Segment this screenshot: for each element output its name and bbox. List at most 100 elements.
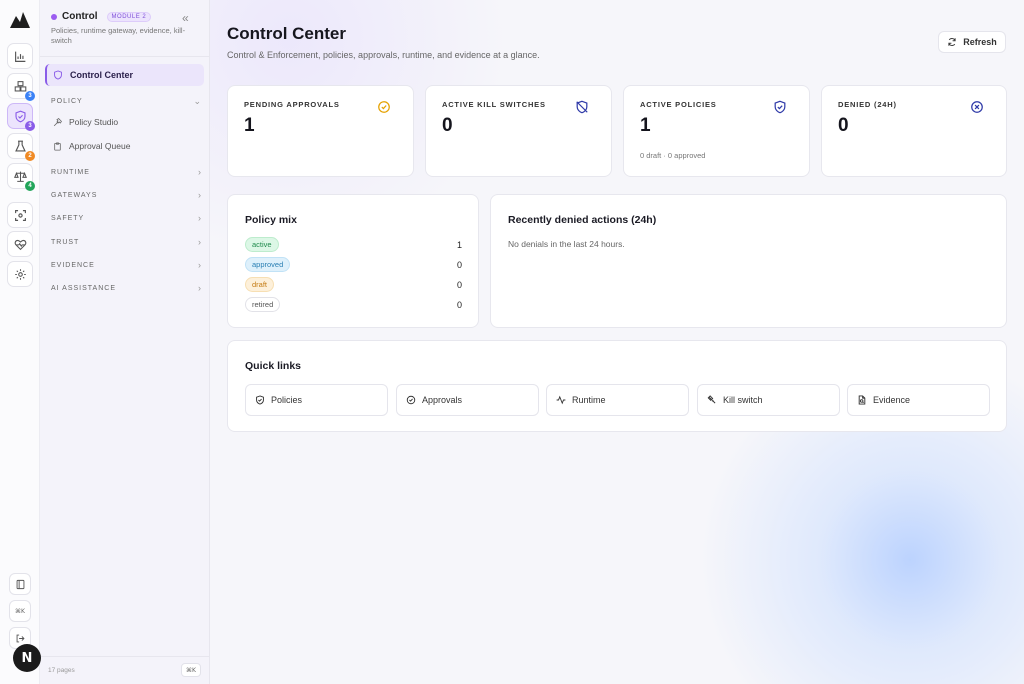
command-palette-button[interactable]: ⌘K bbox=[181, 663, 201, 677]
quick-link-label: Runtime bbox=[572, 395, 606, 405]
rail-analytics-button[interactable] bbox=[7, 43, 33, 69]
quick-link-evidence[interactable]: Evidence bbox=[847, 384, 990, 416]
rail-docs-button[interactable] bbox=[9, 573, 31, 595]
section-label: SAFETY bbox=[51, 214, 85, 222]
stat-card-denied-24h: DENIED (24H) 0 bbox=[821, 85, 1007, 177]
quick-link-runtime[interactable]: Runtime bbox=[546, 384, 689, 416]
stat-card-active-kill-switches: ACTIVE KILL SWITCHES 0 bbox=[425, 85, 612, 177]
stat-label: ACTIVE KILL SWITCHES bbox=[442, 100, 546, 109]
policy-mix-row: active 1 bbox=[245, 237, 462, 252]
section-label: TRUST bbox=[51, 238, 80, 246]
gear-icon bbox=[14, 268, 26, 280]
sidebar-section-safety[interactable]: SAFETY › bbox=[51, 213, 201, 223]
rail-badge: 3 bbox=[25, 121, 35, 131]
sidebar: Control MODULE 2 Policies, runtime gatew… bbox=[40, 0, 210, 684]
sidebar-section-gateways[interactable]: GATEWAYS › bbox=[51, 190, 201, 200]
section-label: GATEWAYS bbox=[51, 191, 98, 199]
file-search-icon bbox=[858, 395, 866, 405]
card-title: Quick links bbox=[245, 360, 302, 372]
x-circle-icon bbox=[971, 101, 983, 113]
rail-command-button[interactable]: ⌘K bbox=[9, 600, 31, 622]
shield-off-icon bbox=[576, 100, 588, 114]
check-circle-icon bbox=[378, 101, 390, 113]
flask-icon bbox=[14, 140, 26, 152]
chevron-right-icon: › bbox=[198, 237, 201, 247]
quick-link-label: Policies bbox=[271, 395, 303, 405]
chevron-right-icon: › bbox=[198, 260, 201, 270]
stat-label: DENIED (24H) bbox=[838, 100, 897, 109]
quick-link-policies[interactable]: Policies bbox=[245, 384, 388, 416]
chevron-down-icon: ⌄ bbox=[193, 96, 201, 106]
rail-control-button[interactable]: 3 bbox=[7, 103, 35, 131]
stat-value: 1 bbox=[640, 115, 651, 136]
mix-count: 1 bbox=[456, 239, 462, 250]
denied-actions-card: Recently denied actions (24h) No denials… bbox=[490, 194, 1007, 328]
sidebar-item-label: Policy Studio bbox=[69, 117, 119, 127]
rail-lab-button[interactable]: 2 bbox=[7, 133, 35, 161]
rail-health-button[interactable] bbox=[7, 231, 33, 257]
policy-mix-card: Policy mix active 1 approved 0 draft 0 r… bbox=[227, 194, 479, 328]
quick-link-label: Evidence bbox=[873, 395, 911, 405]
sidebar-item-approval-queue[interactable]: Approval Queue bbox=[53, 141, 130, 151]
stat-value: 0 bbox=[442, 115, 453, 136]
stat-label: ACTIVE POLICIES bbox=[640, 100, 717, 109]
collapse-sidebar-icon[interactable]: « bbox=[182, 12, 189, 24]
section-label: AI ASSISTANCE bbox=[51, 284, 116, 292]
shield-icon bbox=[54, 70, 62, 80]
sidebar-item-control-center[interactable]: Control Center bbox=[45, 64, 204, 86]
sidebar-section-evidence[interactable]: EVIDENCE › bbox=[51, 260, 201, 270]
shield-check-icon bbox=[256, 395, 264, 405]
page-count: 17 pages bbox=[48, 667, 75, 674]
sidebar-section-runtime[interactable]: RUNTIME › bbox=[51, 167, 201, 177]
quick-link-label: Kill switch bbox=[723, 395, 763, 405]
scan-icon bbox=[14, 209, 26, 221]
sidebar-subtitle: Policies, runtime gateway, evidence, kil… bbox=[51, 26, 186, 45]
stat-label: PENDING APPROVALS bbox=[244, 100, 340, 109]
rail-scan-button[interactable] bbox=[7, 202, 33, 228]
sidebar-item-label: Approval Queue bbox=[69, 141, 131, 151]
policy-mix-row: draft 0 bbox=[245, 277, 462, 292]
sidebar-header: Control MODULE 2 Policies, runtime gatew… bbox=[51, 11, 201, 46]
quick-link-kill-switch[interactable]: Kill switch bbox=[697, 384, 840, 416]
sidebar-item-policy-studio[interactable]: Policy Studio bbox=[53, 117, 118, 127]
divider bbox=[40, 56, 210, 57]
card-title: Policy mix bbox=[245, 214, 297, 226]
boxes-icon bbox=[14, 80, 26, 91]
stat-note: 0 draft · 0 approved bbox=[640, 151, 706, 160]
page-title: Control Center bbox=[227, 24, 346, 43]
stat-value: 0 bbox=[838, 115, 849, 136]
avatar[interactable]: N bbox=[13, 644, 41, 672]
rail-badge: 3 bbox=[25, 91, 35, 101]
quick-link-label: Approvals bbox=[422, 395, 463, 405]
refresh-icon bbox=[948, 38, 956, 46]
activity-icon bbox=[556, 395, 566, 405]
sidebar-section-trust[interactable]: TRUST › bbox=[51, 237, 201, 247]
hammer-icon bbox=[53, 117, 62, 126]
sidebar-section-ai-assistance[interactable]: AI ASSISTANCE › bbox=[51, 283, 201, 293]
chevron-right-icon: › bbox=[198, 190, 201, 200]
rail-badge: 2 bbox=[25, 151, 35, 161]
chevron-right-icon: › bbox=[198, 167, 201, 177]
mix-count: 0 bbox=[456, 299, 462, 310]
empty-state-text: No denials in the last 24 hours. bbox=[508, 239, 625, 249]
chevron-right-icon: › bbox=[198, 283, 201, 293]
sidebar-section-policy[interactable]: POLICY ⌄ bbox=[51, 96, 201, 107]
page-subtitle: Control & Enforcement, policies, approva… bbox=[227, 50, 540, 60]
stat-value: 1 bbox=[244, 115, 255, 136]
rail-compliance-button[interactable]: 4 bbox=[7, 163, 35, 191]
quick-link-approvals[interactable]: Approvals bbox=[396, 384, 539, 416]
status-badge: active bbox=[245, 237, 279, 252]
chevron-right-icon: › bbox=[198, 213, 201, 223]
rail-settings-button[interactable] bbox=[7, 261, 33, 287]
divider bbox=[40, 656, 210, 657]
logo-icon bbox=[10, 12, 30, 28]
refresh-button[interactable]: Refresh bbox=[938, 31, 1006, 53]
check-circle-icon bbox=[406, 395, 416, 405]
shield-check-icon bbox=[774, 100, 786, 114]
rail-models-button[interactable]: 3 bbox=[7, 73, 35, 101]
sidebar-item-label: Control Center bbox=[70, 70, 133, 80]
quick-links-card: Quick links Policies Approvals Runtime K… bbox=[227, 340, 1007, 432]
policy-mix-row: approved 0 bbox=[245, 257, 462, 272]
status-badge: approved bbox=[245, 257, 291, 272]
stat-card-pending-approvals: PENDING APPROVALS 1 bbox=[227, 85, 414, 177]
